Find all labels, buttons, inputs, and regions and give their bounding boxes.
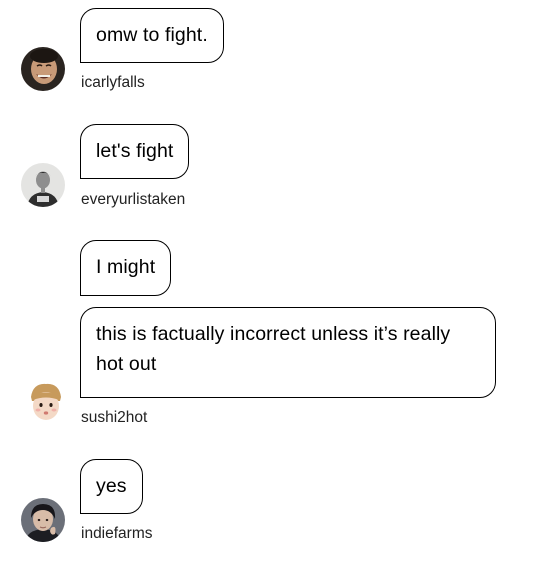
username-label[interactable]: sushi2hot [81,409,147,427]
username-label[interactable]: indiefarms [81,525,153,543]
message-bubble[interactable]: yes [80,459,143,514]
message-bubble[interactable]: let's fight [80,124,190,179]
message-bubble[interactable]: this is factually incorrect unless it’s … [80,307,496,398]
message-bubble[interactable]: I might [80,240,172,296]
username-label[interactable]: icarlyfalls [81,74,145,92]
user-avatar-icon[interactable] [29,383,63,423]
user-avatar-icon[interactable] [21,47,65,91]
message-bubble[interactable]: omw to fight. [80,8,224,63]
user-avatar-icon[interactable] [21,498,65,542]
user-avatar-icon[interactable] [21,163,65,207]
username-label[interactable]: everyurlistaken [81,191,185,209]
